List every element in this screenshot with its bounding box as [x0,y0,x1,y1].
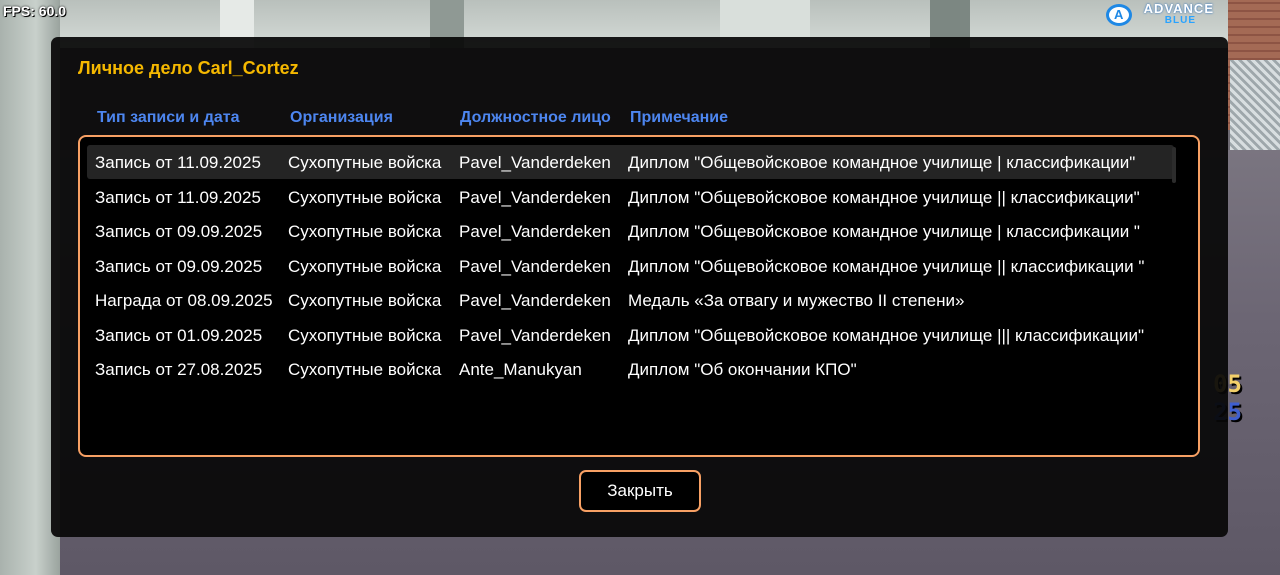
record-organization: Сухопутные войска [288,360,442,379]
record-organization: Сухопутные войска [288,326,442,345]
logo-line2: BLUE [1164,15,1196,26]
record-type-date: Запись от 27.08.2025 [95,360,263,379]
list-scrollbar[interactable] [1172,147,1176,183]
record-official: Pavel_Vanderdeken [459,222,611,241]
record-official: Ante_Manukyan [459,360,582,379]
column-header-official: Должностное лицо [460,109,611,126]
personal-file-dialog: Личное дело Carl_Cortez Тип записи и дат… [51,37,1228,537]
record-type-date: Запись от 11.09.2025 [95,153,261,172]
records-list[interactable]: Запись от 11.09.2025 Сухопутные войска P… [78,135,1200,457]
logo-icon: A [1102,2,1138,28]
list-item[interactable]: Запись от 01.09.2025 Сухопутные войска P… [87,318,1174,352]
close-button[interactable]: Закрыть [579,470,701,512]
record-organization: Сухопутные войска [288,188,442,207]
advance-blue-logo: A ADVANCE BLUE [1102,2,1214,28]
record-official: Pavel_Vanderdeken [459,153,611,172]
column-header-organization: Организация [290,109,393,126]
list-item[interactable]: Запись от 11.09.2025 Сухопутные войска P… [87,145,1174,179]
record-note: Диплом "Общевойсковое командное училище … [628,153,1136,172]
record-official: Pavel_Vanderdeken [459,188,611,207]
record-organization: Сухопутные войска [288,153,442,172]
record-official: Pavel_Vanderdeken [459,257,611,276]
list-item[interactable]: Запись от 09.09.2025 Сухопутные войска P… [87,214,1174,248]
record-type-date: Запись от 11.09.2025 [95,188,261,207]
game-grate [1230,60,1280,150]
record-note: Диплом "Общевойсковое командное училище … [628,257,1145,276]
record-official: Pavel_Vanderdeken [459,291,611,310]
record-note: Диплом "Общевойсковое командное училище … [628,188,1140,207]
fps-counter: FPS: 60.0 [3,3,67,19]
list-item[interactable]: Запись от 11.09.2025 Сухопутные войска P… [87,180,1174,214]
logo-line1: ADVANCE [1143,1,1214,16]
record-type-date: Запись от 09.09.2025 [95,222,263,241]
record-type-date: Награда от 08.09.2025 [95,291,273,310]
dialog-title: Личное дело Carl_Cortez [78,58,299,78]
record-type-date: Запись от 09.09.2025 [95,257,263,276]
record-organization: Сухопутные войска [288,257,442,276]
record-official: Pavel_Vanderdeken [459,326,611,345]
list-item[interactable]: Запись от 27.08.2025 Сухопутные войска A… [87,352,1174,386]
record-note: Диплом "Об окончании КПО" [628,360,857,379]
record-organization: Сухопутные войска [288,291,442,310]
record-organization: Сухопутные войска [288,222,442,241]
record-note: Медаль «За отвагу и мужество II степени» [628,291,965,310]
column-header-type-date: Тип записи и дата [97,109,240,126]
record-note: Диплом "Общевойсковое командное училище … [628,222,1140,241]
record-note: Диплом "Общевойсковое командное училище … [628,326,1145,345]
list-item[interactable]: Запись от 09.09.2025 Сухопутные войска P… [87,249,1174,283]
column-header-note: Примечание [630,109,729,126]
list-item[interactable]: Награда от 08.09.2025 Сухопутные войска … [87,283,1174,317]
record-type-date: Запись от 01.09.2025 [95,326,263,345]
